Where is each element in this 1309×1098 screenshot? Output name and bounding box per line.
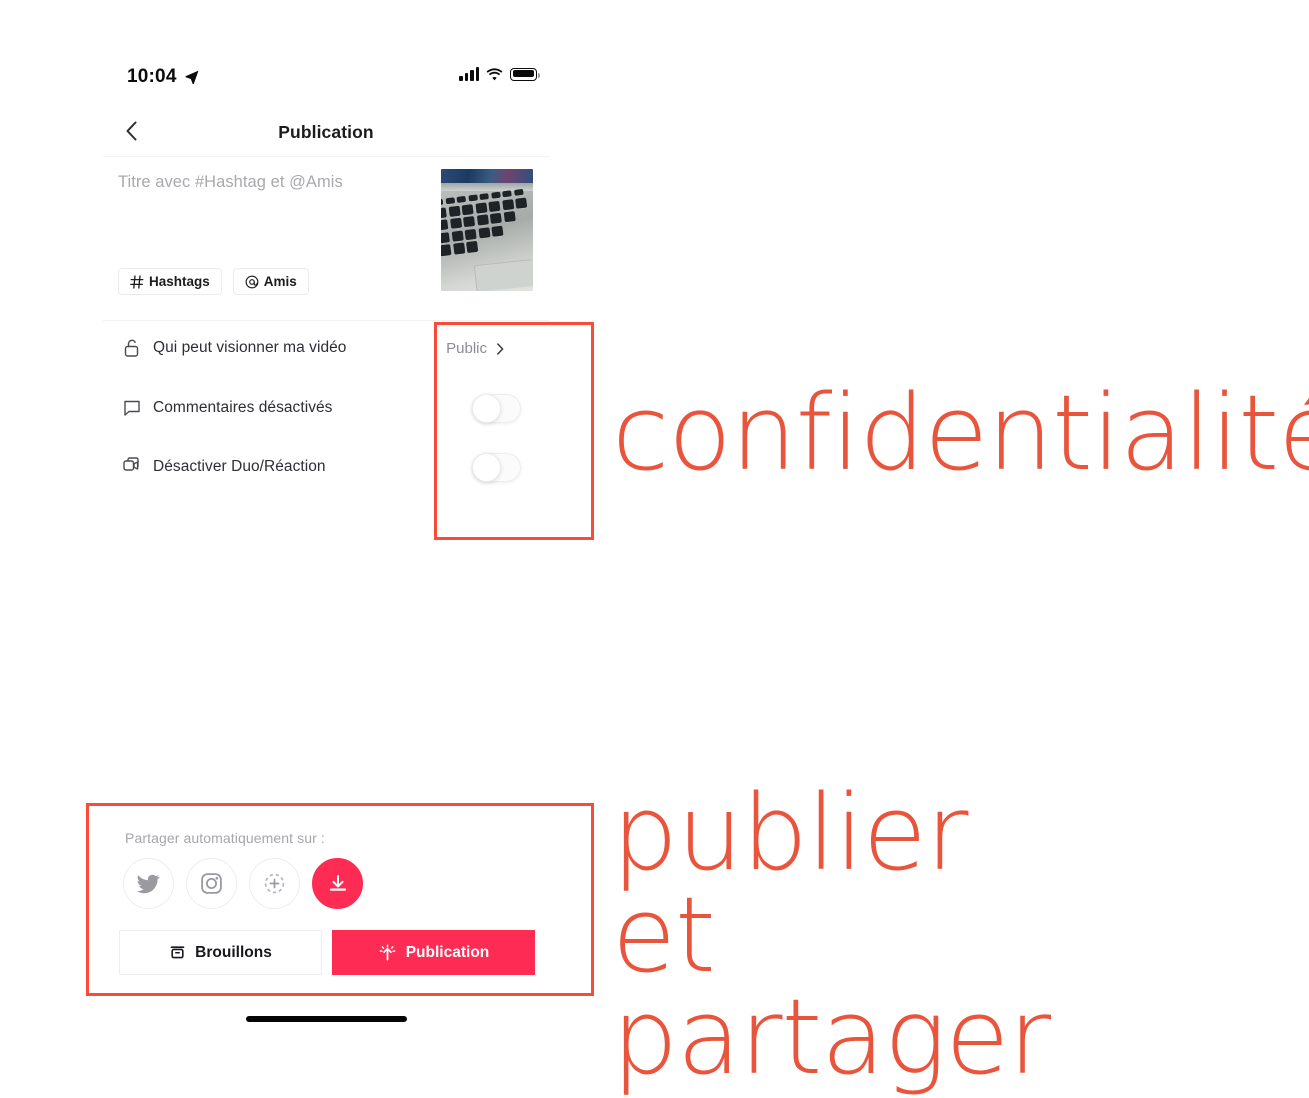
duo-toggle[interactable] <box>472 453 521 482</box>
at-mention-icon <box>245 275 259 288</box>
phone-screen: 10:04 Publication Titre avec #Hashtag et… <box>103 55 549 1030</box>
option-label-visibility: Qui peut visionner ma vidéo <box>153 339 347 356</box>
download-icon <box>329 874 346 891</box>
hashtag-icon <box>130 274 144 289</box>
duo-toggle-knob <box>472 453 501 482</box>
publish-button[interactable]: Publication <box>332 930 535 975</box>
thumbnail-keys <box>441 186 533 261</box>
twitter-icon <box>137 874 160 893</box>
caption-divider <box>103 320 549 321</box>
comments-toggle-knob <box>472 394 501 423</box>
option-label-comments: Commentaires désactivés <box>153 399 333 416</box>
cellular-signal-icon <box>459 67 479 81</box>
friends-label: Amis <box>263 274 297 289</box>
status-bar-indicators <box>459 67 540 81</box>
publish-label: Publication <box>405 943 490 961</box>
visibility-value[interactable]: Public <box>446 340 487 357</box>
location-arrow-icon <box>185 70 199 85</box>
action-buttons: Brouillons Publication <box>119 930 535 975</box>
friends-button[interactable]: Amis <box>232 268 309 295</box>
drafts-label: Brouillons <box>195 943 272 961</box>
option-row-duo[interactable]: Désactiver Duo/Réaction <box>103 446 549 505</box>
hashtags-button[interactable]: Hashtags <box>118 268 222 295</box>
thumbnail-screen-edge <box>441 169 533 183</box>
auto-share-label: Partager automatiquement sur : <box>125 830 325 846</box>
hashtags-label: Hashtags <box>149 274 210 289</box>
share-more-button[interactable] <box>249 858 300 909</box>
video-thumbnail[interactable] <box>441 169 533 291</box>
share-instagram-button[interactable] <box>186 858 237 909</box>
option-row-visibility[interactable]: Qui peut visionner ma vidéo Public <box>103 327 549 386</box>
duo-reaction-icon <box>123 457 139 471</box>
option-row-comments[interactable]: Commentaires désactivés <box>103 387 549 446</box>
drafts-box-icon <box>170 946 185 959</box>
thumbnail-trackpad <box>473 258 533 291</box>
caption-tools: Hashtags Amis <box>118 268 309 295</box>
drafts-button[interactable]: Brouillons <box>119 930 322 975</box>
annotation-label-publish-share: publier et partager <box>612 772 1051 1098</box>
battery-full-icon <box>510 67 540 81</box>
unlock-icon <box>124 339 139 357</box>
instagram-icon <box>201 873 222 894</box>
wifi-icon <box>486 67 503 80</box>
nav-bar: Publication <box>103 103 549 156</box>
status-bar: 10:04 <box>103 55 549 103</box>
caption-input[interactable]: Titre avec #Hashtag et @Amis <box>118 173 343 192</box>
home-indicator <box>246 1016 407 1022</box>
chevron-right-icon[interactable] <box>493 342 507 356</box>
share-twitter-button[interactable] <box>123 858 174 909</box>
annotation-label-privacy: confidentialité <box>612 372 1309 494</box>
comment-bubble-icon <box>124 400 140 416</box>
comments-toggle[interactable] <box>472 394 521 423</box>
add-more-icon <box>264 873 285 894</box>
option-label-duo: Désactiver Duo/Réaction <box>153 458 326 475</box>
download-button[interactable] <box>312 858 363 909</box>
auto-share-targets <box>123 858 363 909</box>
header-divider <box>103 156 549 157</box>
publish-arrow-icon <box>379 944 396 961</box>
status-bar-time: 10:04 <box>127 66 177 87</box>
page-title: Publication <box>278 122 374 142</box>
